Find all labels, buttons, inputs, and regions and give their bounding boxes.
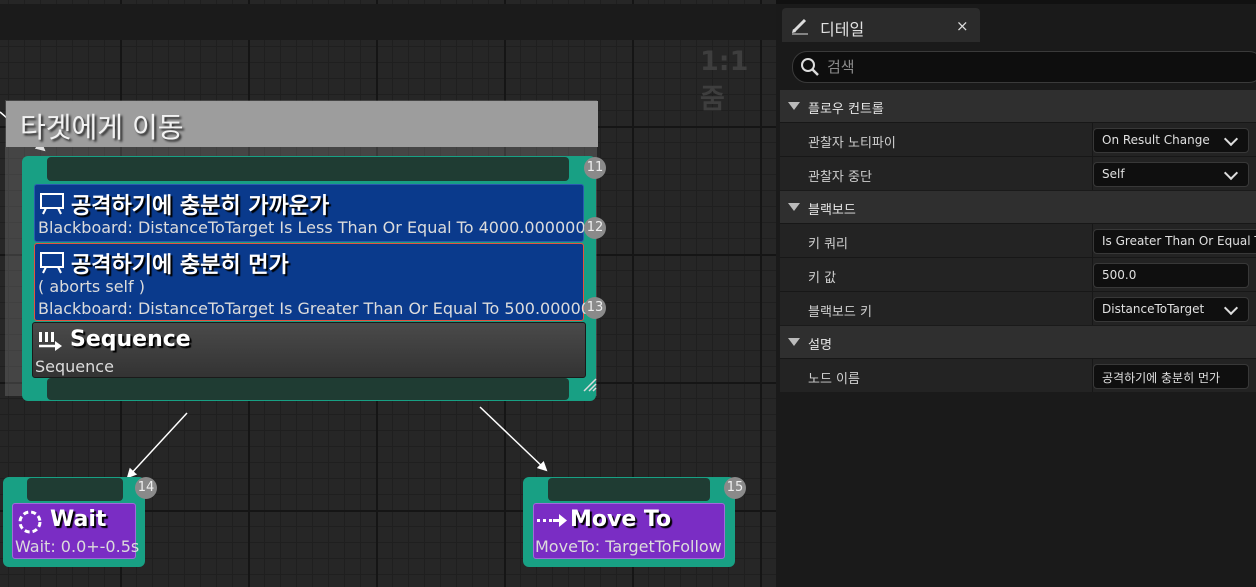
property-row-key-query: 키 쿼리 Is Greater Than Or Equal To: [780, 223, 1256, 257]
dropdown-value: Is Greater Than Or Equal To: [1102, 234, 1256, 248]
decorator-far-enough[interactable]: 공격하기에 충분히 먼가 ( aborts self ) Blackboard:…: [34, 243, 601, 321]
blackboard-icon: [40, 252, 64, 274]
dropdown-value: Self: [1102, 167, 1125, 181]
sequence-icon: [39, 332, 62, 351]
node-name-input[interactable]: 공격하기에 충분히 먼가: [1093, 364, 1249, 389]
chevron-down-icon: [1223, 300, 1239, 316]
details-panel: 디테일 × 플로우 컨트롤 관찰자 노티파이 On Result Change …: [776, 4, 1256, 587]
input-value: 공격하기에 충분히 먼가: [1102, 371, 1221, 385]
property-label: 키 쿼리: [808, 237, 849, 252]
dropdown-value: On Result Change: [1102, 133, 1210, 147]
decorator-title: 공격하기에 충분히 가까운가: [71, 194, 330, 219]
task-subtitle: Wait: 0.0+-0.5s: [15, 537, 140, 556]
property-row-blackboard-key: 블랙보드 키 DistanceToTarget: [780, 291, 1256, 325]
collapse-arrow-icon[interactable]: [788, 102, 800, 110]
move-to-task-body[interactable]: Move To MoveTo: TargetToFollow: [533, 503, 725, 559]
behavior-tree-graph[interactable]: 1:1 줌 타겟에게 이동 11 공격하기에 충분히 가까운가 Blackboa…: [0, 0, 776, 587]
category-flow-control[interactable]: 플로우 컨트롤: [780, 90, 1256, 122]
blackboard-key-dropdown[interactable]: DistanceToTarget: [1093, 297, 1249, 322]
decorator-description: Blackboard: DistanceToTarget Is Greater …: [38, 299, 602, 318]
details-search-box[interactable]: [792, 51, 1256, 83]
task-title: Wait: [50, 507, 107, 532]
property-label: 키 값: [808, 271, 837, 286]
observer-aborts-dropdown[interactable]: Self: [1093, 162, 1249, 187]
dropdown-value: DistanceToTarget: [1102, 302, 1205, 316]
decorator-description: Blackboard: DistanceToTarget Is Less Tha…: [38, 218, 586, 237]
key-value-input[interactable]: 500.0: [1093, 263, 1249, 288]
wait-icon: [18, 510, 42, 534]
resize-grip-icon[interactable]: [582, 377, 598, 393]
property-label: 관찰자 노티파이: [808, 136, 896, 151]
details-tab-label: 디테일: [820, 20, 865, 39]
key-query-dropdown[interactable]: Is Greater Than Or Equal To: [1093, 229, 1256, 254]
blackboard-icon: [40, 193, 64, 215]
input-value: 500.0: [1102, 268, 1137, 282]
category-description[interactable]: 설명: [780, 326, 1256, 358]
collapse-arrow-icon[interactable]: [788, 338, 800, 346]
property-row-observer-notify: 관찰자 노티파이 On Result Change: [780, 122, 1256, 156]
execution-index-badge: 15: [724, 477, 746, 499]
input-pin-bar[interactable]: [47, 157, 569, 181]
property-row-key-value: 키 값 500.0: [780, 257, 1256, 291]
category-blackboard[interactable]: 블랙보드: [780, 191, 1256, 223]
sequence-title: Sequence: [70, 327, 191, 352]
wait-task-body[interactable]: Wait Wait: 0.0+-0.5s: [12, 503, 140, 559]
task-title: Move To: [570, 507, 672, 532]
pencil-icon: [792, 18, 808, 35]
category-label: 블랙보드: [808, 203, 856, 218]
execution-index-badge: 11: [584, 157, 606, 179]
property-label: 노드 이름: [808, 372, 860, 387]
collapse-arrow-icon[interactable]: [788, 203, 800, 211]
sequence-subtitle: Sequence: [35, 357, 114, 376]
execution-index-badge: 14: [135, 477, 157, 499]
category-label: 플로우 컨트롤: [808, 102, 884, 117]
category-label: 설명: [808, 338, 832, 353]
search-input[interactable]: [825, 55, 1249, 79]
output-pin-bar[interactable]: [47, 378, 569, 400]
search-icon: [801, 58, 819, 76]
input-pin-bar[interactable]: [27, 478, 123, 501]
execution-index-badge: 12: [584, 217, 606, 239]
input-pin-bar[interactable]: [548, 478, 710, 501]
decorator-close-enough[interactable]: 공격하기에 충분히 가까운가 Blackboard: DistanceToTar…: [34, 184, 586, 242]
chevron-down-icon: [1223, 131, 1239, 147]
sequence-body[interactable]: Sequence Sequence: [32, 322, 586, 378]
wire-to-wait: [126, 412, 188, 479]
property-row-observer-aborts: 관찰자 중단 Self: [780, 156, 1256, 190]
task-subtitle: MoveTo: TargetToFollow: [535, 537, 722, 556]
comment-title: 타겟에게 이동: [20, 111, 184, 144]
wire-to-move-to: [479, 406, 548, 472]
decorator-title: 공격하기에 충분히 먼가: [71, 253, 289, 278]
chevron-down-icon: [1223, 165, 1239, 181]
property-label: 관찰자 중단: [808, 170, 872, 185]
property-label: 블랙보드 키: [808, 305, 872, 320]
details-tab[interactable]: 디테일 ×: [782, 8, 980, 42]
move-to-icon: [537, 514, 567, 527]
decorator-abort-mode: ( aborts self ): [38, 277, 145, 296]
property-row-node-name: 노드 이름 공격하기에 충분히 먼가: [780, 358, 1256, 392]
execution-index-badge: 13: [584, 297, 606, 319]
notify-observer-dropdown[interactable]: On Result Change: [1093, 128, 1249, 153]
close-icon[interactable]: ×: [956, 17, 969, 35]
